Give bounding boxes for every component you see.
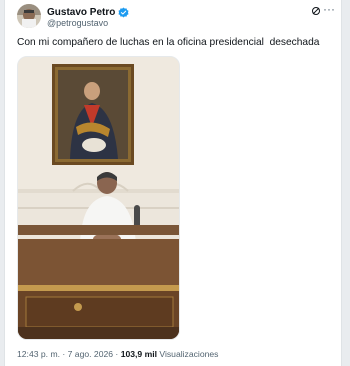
tweet-footer: 12:43 p. m. · 7 ago. 2026 · 103,9 mil Vi… xyxy=(17,349,218,359)
tweet-date[interactable]: 7 ago. 2026 xyxy=(68,349,113,359)
grok-icon[interactable] xyxy=(311,6,321,16)
photo-man-at-desk-icon xyxy=(18,57,179,339)
views-count: 103,9 mil xyxy=(120,349,157,359)
avatar[interactable] xyxy=(17,4,41,28)
tweet-photo[interactable] xyxy=(17,56,180,340)
verified-badge-icon xyxy=(118,7,129,17)
footer-separator: · xyxy=(60,349,68,359)
views-label: Visualizaciones xyxy=(157,349,219,359)
tweet-card: Gustavo Petro @petrogustavo ··· Con mi c… xyxy=(4,0,342,366)
more-icon[interactable]: ··· xyxy=(323,2,335,16)
author-handle[interactable]: @petrogustavo xyxy=(47,18,108,28)
avatar-image xyxy=(17,4,41,28)
tweet-time[interactable]: 12:43 p. m. xyxy=(17,349,60,359)
tweet-text: Con mi compañero de luchas en la oficina… xyxy=(17,37,320,48)
footer-separator: · xyxy=(113,349,121,359)
author-name-row[interactable]: Gustavo Petro xyxy=(47,5,129,19)
author-name[interactable]: Gustavo Petro xyxy=(47,7,115,18)
